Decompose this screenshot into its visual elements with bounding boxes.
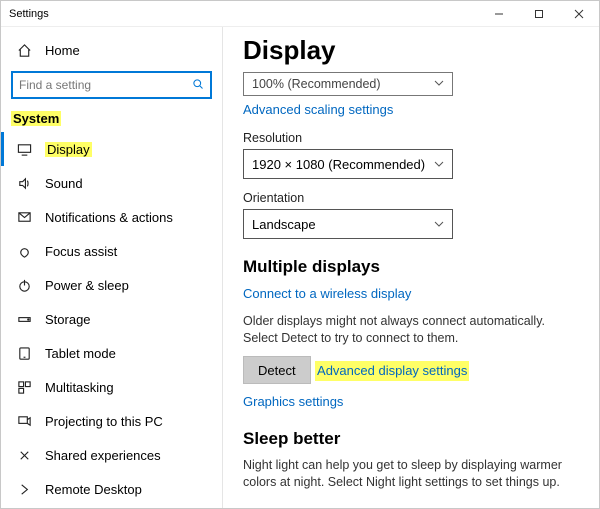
storage-icon [13,312,35,327]
body: Home System Display [1,27,599,508]
content: Display 100% (Recommended) Advanced scal… [223,27,599,508]
search-icon [192,78,204,93]
orientation-label: Orientation [243,191,579,205]
notifications-icon [13,210,35,225]
sidebar-home-label: Home [45,43,80,58]
monitor-icon [13,142,35,157]
search-wrap [1,67,222,107]
sidebar-item-tablet-mode[interactable]: Tablet mode [1,336,222,370]
power-icon [13,278,35,293]
chevron-down-icon [434,77,444,91]
sidebar-home[interactable]: Home [1,33,222,67]
multiple-displays-heading: Multiple displays [243,257,579,277]
chevron-down-icon [434,157,444,172]
sidebar-item-label: Projecting to this PC [45,414,163,429]
resolution-value: 1920 × 1080 (Recommended) [252,157,425,172]
sidebar-item-sound[interactable]: Sound [1,166,222,200]
sidebar-item-remote-desktop[interactable]: Remote Desktop [1,472,222,506]
connect-wireless-link[interactable]: Connect to a wireless display [243,286,411,301]
settings-window: Settings Home [0,0,600,509]
maximize-button[interactable] [519,1,559,27]
sidebar-item-label: Sound [45,176,83,191]
graphics-settings-link[interactable]: Graphics settings [243,394,343,409]
advanced-scaling-link[interactable]: Advanced scaling settings [243,102,393,117]
sidebar-item-label: Power & sleep [45,278,129,293]
sidebar-item-multitasking[interactable]: Multitasking [1,370,222,404]
sidebar-item-focus-assist[interactable]: Focus assist [1,234,222,268]
sleep-better-text: Night light can help you get to sleep by… [243,457,579,491]
focus-assist-icon [13,244,35,259]
sound-icon [13,176,35,191]
shared-icon [13,448,35,463]
sidebar-item-storage[interactable]: Storage [1,302,222,336]
sidebar-item-shared-experiences[interactable]: Shared experiences [1,438,222,472]
sidebar-item-label: Tablet mode [45,346,116,361]
tablet-icon [13,346,35,361]
scale-dropdown[interactable]: 100% (Recommended) [243,72,453,96]
remote-desktop-icon [13,482,35,497]
sidebar-item-display[interactable]: Display [1,132,222,166]
sidebar-category: System [1,107,222,132]
sidebar-item-projecting[interactable]: Projecting to this PC [1,404,222,438]
scale-value: 100% (Recommended) [252,77,381,91]
sidebar-item-label: Shared experiences [45,448,161,463]
orientation-value: Landscape [252,217,316,232]
sidebar: Home System Display [1,27,223,508]
older-displays-text: Older displays might not always connect … [243,313,579,347]
sidebar-item-label: Notifications & actions [45,210,173,225]
sidebar-item-power-sleep[interactable]: Power & sleep [1,268,222,302]
resolution-dropdown[interactable]: 1920 × 1080 (Recommended) [243,149,453,179]
resolution-label: Resolution [243,131,579,145]
projecting-icon [13,414,35,429]
sleep-better-heading: Sleep better [243,429,579,449]
close-button[interactable] [559,1,599,27]
sidebar-item-label: Storage [45,312,91,327]
search-input[interactable] [19,78,192,92]
sidebar-item-notifications[interactable]: Notifications & actions [1,200,222,234]
window-title: Settings [9,8,479,20]
chevron-down-icon [434,217,444,232]
sidebar-category-label: System [11,111,61,126]
sidebar-item-label: Remote Desktop [45,482,142,497]
minimize-button[interactable] [479,1,519,27]
detect-button[interactable]: Detect [243,356,311,384]
home-icon [13,43,35,58]
sidebar-item-label: Multitasking [45,380,114,395]
multitasking-icon [13,380,35,395]
advanced-display-highlight: Advanced display settings [315,361,469,381]
orientation-dropdown[interactable]: Landscape [243,209,453,239]
advanced-display-link[interactable]: Advanced display settings [317,363,467,378]
sidebar-item-label: Display [45,142,92,157]
titlebar: Settings [1,1,599,27]
page-title: Display [243,35,579,66]
search-box[interactable] [11,71,212,99]
sidebar-item-label: Focus assist [45,244,117,259]
